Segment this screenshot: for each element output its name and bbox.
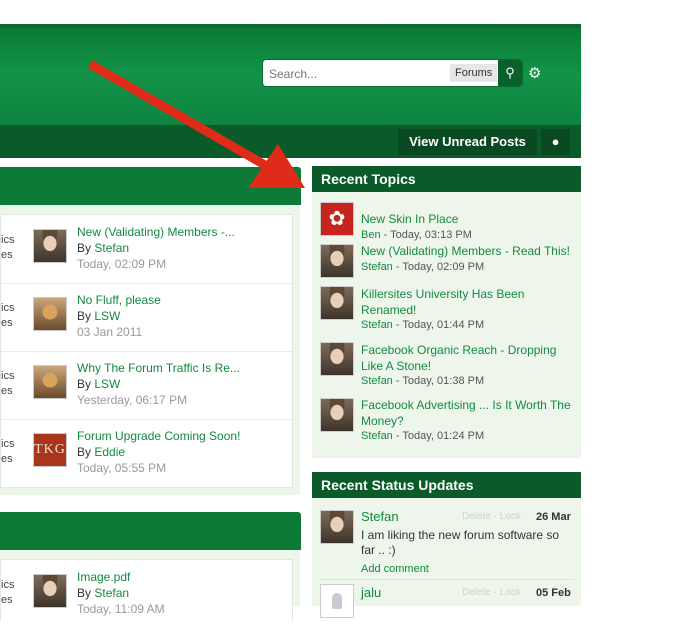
status-author[interactable]: jalu [361,585,381,600]
author-link[interactable]: Stefan [361,319,393,331]
topic-time: - Today, 01:44 PM [392,319,485,331]
avatar[interactable] [33,297,67,331]
avatar[interactable] [320,244,354,278]
replies-label: es [1,594,13,606]
forum-row: ics es TKG Forum Upgrade Coming Soon! By… [1,419,292,487]
map-pin-button[interactable]: ● [541,129,570,155]
last-post-by: By LSW [77,309,120,323]
forum-row: ics es New (Validating) Members -... By … [1,215,292,284]
status-controls[interactable]: Delete · Lock [462,511,521,522]
last-post-date: Today, 05:55 PM [77,461,167,475]
status-updates-panel: Stefan Delete · Lock 26 Mar I am liking … [312,498,581,618]
author-link[interactable]: Stefan [94,586,129,600]
last-post-title[interactable]: Forum Upgrade Coming Soon! [77,429,240,443]
last-post-date: 03 Jan 2011 [77,325,143,339]
avatar[interactable] [320,398,354,432]
search-box: Forums ⚲ [263,60,522,86]
status-updates-heading: Recent Status Updates [312,472,581,498]
search-scope-button[interactable]: Forums [450,64,498,82]
by-label: By [77,445,92,459]
topic-time: - Today, 02:09 PM [392,261,485,273]
topic-meta: Stefan - Today, 01:24 PM [361,430,484,442]
topic-title[interactable]: Facebook Advertising ... Is It Worth The… [361,397,573,429]
status-date: 26 Mar [536,511,571,523]
topic-title[interactable]: New Skin In Place [361,211,573,227]
recent-topics-heading: Recent Topics [312,166,581,192]
author-link[interactable]: Stefan [94,241,129,255]
avatar[interactable] [320,510,354,544]
replies-label: es [1,385,13,397]
avatar[interactable] [33,574,67,608]
add-comment-link[interactable]: Add comment [361,563,429,575]
topics-label: ics [1,370,15,382]
topic-meta: Ben - Today, 03:13 PM [361,229,472,241]
last-post-title[interactable]: No Fluff, please [77,293,161,307]
forum-list: ics es Image.pdf By Stefan Today, 11:09 … [0,559,293,620]
status-author[interactable]: Stefan [361,509,399,524]
map-pin-icon: ● [551,134,560,149]
last-post-by: By Stefan [77,241,129,255]
view-unread-posts-button[interactable]: View Unread Posts [398,129,537,155]
by-label: By [77,377,92,391]
last-post-by: By Eddie [77,445,125,459]
topic-title[interactable]: New (Validating) Members - Read This! [361,243,573,259]
topic-title[interactable]: Facebook Organic Reach - Dropping Like A… [361,342,573,374]
last-post-date: Today, 02:09 PM [77,257,167,271]
avatar[interactable]: TKG [33,433,67,467]
last-post-date: Yesterday, 06:17 PM [77,393,188,407]
avatar[interactable] [320,342,354,376]
forum-row: ics es No Fluff, please By LSW 03 Jan 20… [1,283,292,352]
topic-title[interactable]: Killersites University Has Been Renamed! [361,286,573,318]
topics-label: ics [1,438,15,450]
last-post-title[interactable]: Why The Forum Traffic Is Re... [77,361,240,375]
author-link[interactable]: LSW [94,309,120,323]
divider [320,579,575,580]
by-label: By [77,241,92,255]
avatar[interactable] [320,584,354,618]
forum-row: ics es Image.pdf By Stefan Today, 11:09 … [1,560,292,628]
replies-label: es [1,317,13,329]
author-link[interactable]: Ben [361,229,381,241]
avatar[interactable] [33,365,67,399]
by-label: By [77,586,92,600]
avatar[interactable]: ✿ [320,202,354,236]
author-link[interactable]: Stefan [361,375,393,387]
status-controls[interactable]: Delete · Lock [462,587,521,598]
topic-meta: Stefan - Today, 01:38 PM [361,375,484,387]
forum-section-header [0,512,301,550]
search-input[interactable] [267,63,451,85]
forum-list: ics es New (Validating) Members -... By … [0,214,293,488]
avatar[interactable] [33,229,67,263]
gear-icon[interactable]: ⚙ [528,64,541,82]
author-link[interactable]: LSW [94,377,120,391]
search-icon: ⚲ [505,65,515,80]
topics-label: ics [1,302,15,314]
forum-row: ics es Why The Forum Traffic Is Re... By… [1,351,292,420]
recent-topics-panel: ✿ New Skin In Place Ben - Today, 03:13 P… [312,192,581,458]
topics-label: ics [1,234,15,246]
topic-time: - Today, 03:13 PM [380,229,472,241]
last-post-title[interactable]: New (Validating) Members -... [77,225,235,239]
last-post-title[interactable]: Image.pdf [77,570,130,584]
topic-time: - Today, 01:24 PM [392,430,485,442]
author-link[interactable]: Stefan [361,261,393,273]
topic-time: - Today, 01:38 PM [392,375,485,387]
topics-label: ics [1,579,15,591]
avatar[interactable] [320,286,354,320]
replies-label: es [1,453,13,465]
forum-section-header [0,167,301,205]
last-post-by: By LSW [77,377,120,391]
author-link[interactable]: Stefan [361,430,393,442]
search-button[interactable]: ⚲ [498,60,522,86]
status-text: I am liking the new forum software so fa… [361,528,560,557]
topic-meta: Stefan - Today, 02:09 PM [361,261,484,273]
by-label: By [77,309,92,323]
last-post-by: By Stefan [77,586,129,600]
author-link[interactable]: Eddie [94,445,125,459]
last-post-date: Today, 11:09 AM [77,602,165,616]
replies-label: es [1,249,13,261]
status-date: 05 Feb [536,587,571,599]
topic-meta: Stefan - Today, 01:44 PM [361,319,484,331]
